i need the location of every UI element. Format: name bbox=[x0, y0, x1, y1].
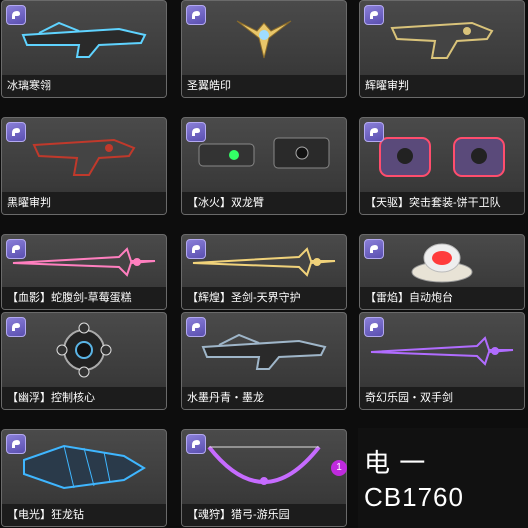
item-card[interactable]: 辉曜审判 bbox=[359, 0, 525, 98]
rarity-badge-icon bbox=[364, 122, 384, 142]
item-card[interactable]: 冰璃寒翎 bbox=[1, 0, 167, 98]
rarity-badge-icon bbox=[6, 434, 26, 454]
code-line-1: 电 一 bbox=[364, 448, 427, 478]
weapon-rifle-icon bbox=[2, 1, 166, 75]
rarity-badge-icon bbox=[186, 434, 206, 454]
item-card[interactable]: 【辉煌】圣剑-天界守护 bbox=[181, 234, 347, 310]
item-card[interactable]: 【雷焰】自动炮台 bbox=[359, 234, 525, 310]
item-card[interactable]: 【魂狩】猎弓-游乐园 bbox=[181, 429, 347, 527]
rarity-badge-icon bbox=[186, 122, 206, 142]
weapon-pistol-icon bbox=[2, 118, 166, 192]
item-label: 【冰火】双龙臂 bbox=[182, 192, 346, 214]
item-card[interactable]: 【天驱】突击套装-饼干卫队 bbox=[359, 117, 525, 215]
code-line-2: CB1760 bbox=[364, 482, 464, 512]
sword-icon bbox=[360, 313, 524, 387]
item-label: 【幽浮】控制核心 bbox=[2, 387, 166, 409]
code-text: 电 一 CB1760 bbox=[364, 446, 464, 514]
rarity-badge-icon bbox=[186, 5, 206, 25]
rarity-badge-icon bbox=[6, 5, 26, 25]
rarity-badge-icon bbox=[6, 317, 26, 337]
rarity-badge-icon bbox=[186, 239, 206, 259]
item-label: 黑曜审判 bbox=[2, 192, 166, 214]
item-card[interactable]: 奇幻乐园・双手剑 bbox=[359, 312, 525, 410]
rarity-badge-icon bbox=[364, 5, 384, 25]
control-core-icon bbox=[2, 313, 166, 387]
item-card[interactable]: 【冰火】双龙臂 bbox=[181, 117, 347, 215]
sword-icon bbox=[182, 235, 346, 287]
item-label: 辉曜审判 bbox=[360, 75, 524, 97]
dual-arm-cannon-icon bbox=[182, 118, 346, 192]
bow-icon bbox=[182, 430, 346, 504]
item-label: 奇幻乐园・双手剑 bbox=[360, 387, 524, 409]
item-label: 【辉煌】圣剑-天界守护 bbox=[182, 287, 346, 309]
sword-icon bbox=[2, 235, 166, 287]
notification-badge[interactable]: 1 bbox=[331, 460, 347, 476]
rarity-badge-icon bbox=[6, 239, 26, 259]
rarity-badge-icon bbox=[364, 239, 384, 259]
weapon-pistol-icon bbox=[360, 1, 524, 75]
item-card[interactable]: 【血影】蛇腹剑-草莓蛋糕 bbox=[1, 234, 167, 310]
item-card[interactable]: 水墨丹青・墨龙 bbox=[181, 312, 347, 410]
item-card[interactable]: 圣翼皓印 bbox=[181, 0, 347, 98]
rarity-badge-icon bbox=[364, 317, 384, 337]
item-label: 【电光】狂龙钻 bbox=[2, 504, 166, 526]
item-label: 【血影】蛇腹剑-草莓蛋糕 bbox=[2, 287, 166, 309]
rarity-badge-icon bbox=[6, 122, 26, 142]
item-card[interactable]: 黑曜审判 bbox=[1, 117, 167, 215]
turret-pair-icon bbox=[360, 118, 524, 192]
item-card[interactable]: 【电光】狂龙钻 bbox=[1, 429, 167, 527]
item-label: 【雷焰】自动炮台 bbox=[360, 287, 524, 309]
item-label: 【魂狩】猎弓-游乐园 bbox=[182, 504, 346, 526]
rarity-badge-icon bbox=[186, 317, 206, 337]
winged-emblem-icon bbox=[182, 1, 346, 75]
item-label: 冰璃寒翎 bbox=[2, 75, 166, 97]
item-label: 【天驱】突击套装-饼干卫队 bbox=[360, 192, 524, 214]
item-label: 水墨丹青・墨龙 bbox=[182, 387, 346, 409]
item-label: 圣翼皓印 bbox=[182, 75, 346, 97]
weapon-rifle-icon bbox=[182, 313, 346, 387]
auto-turret-icon bbox=[360, 235, 524, 287]
drill-weapon-icon bbox=[2, 430, 166, 504]
item-card[interactable]: 【幽浮】控制核心 bbox=[1, 312, 167, 410]
